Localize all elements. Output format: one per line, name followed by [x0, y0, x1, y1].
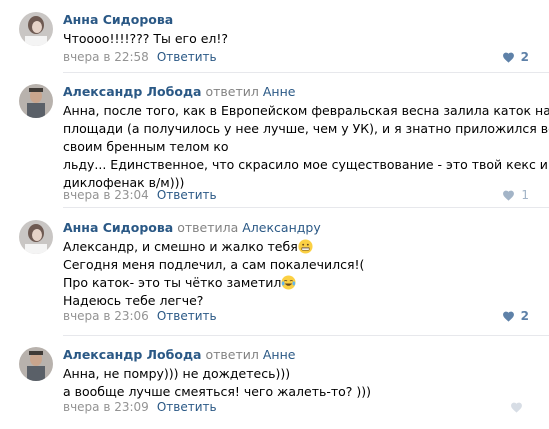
reply-button[interactable]: Ответить — [157, 309, 217, 323]
comment-3: Анна Сидорова ответила Александру Алекса… — [0, 207, 549, 337]
like-button[interactable] — [510, 400, 529, 414]
like-button[interactable]: 1 — [502, 188, 529, 202]
grimacing-face-icon — [298, 239, 313, 254]
comment-line: Надеюсь тебе легче? — [63, 293, 204, 308]
timestamp[interactable]: вчера в 22:58 — [63, 50, 149, 64]
reply-button[interactable]: Ответить — [157, 400, 217, 414]
like-button[interactable]: 2 — [502, 50, 529, 64]
comment-text: Анна, не помру))) не дождетесь))) а вооб… — [63, 365, 537, 401]
comment-text: Чтоооо!!!!??? Ты его ел!? — [63, 30, 537, 48]
comment-line: Анна, не помру))) не дождетесь))) — [63, 366, 291, 381]
avatar[interactable] — [19, 220, 53, 254]
comment-line-with-emoji: Про каток- это ты чётко заметил — [63, 274, 537, 292]
heart-icon — [503, 190, 515, 201]
reply-to: ответил Анне — [205, 84, 295, 99]
timestamp[interactable]: вчера в 23:09 — [63, 400, 149, 414]
comment-2: Александр Лобода ответил Анне Анна, посл… — [0, 72, 549, 202]
like-count: 2 — [520, 309, 529, 323]
comment-header: Анна Сидорова ответила Александру — [63, 220, 321, 235]
timestamp[interactable]: вчера в 23:06 — [63, 309, 149, 323]
like-count: 2 — [520, 50, 529, 64]
reply-target-link[interactable]: Анне — [263, 84, 296, 99]
comment-line: Александр, и смешно и жалко тебя — [63, 239, 298, 254]
reply-to: ответила Александру — [177, 220, 321, 235]
reply-word: ответил — [205, 84, 259, 99]
tears-of-joy-face-icon — [281, 275, 296, 290]
reply-target-link[interactable]: Анне — [263, 347, 296, 362]
like-button[interactable]: 2 — [502, 309, 529, 323]
comment-4: Александр Лобода ответил Анне Анна, не п… — [0, 335, 549, 429]
heart-icon — [511, 402, 522, 413]
comment-text: Александр, и смешно и жалко тебя Сегодня… — [63, 238, 537, 310]
author-name[interactable]: Александр Лобода — [63, 347, 201, 362]
reply-button[interactable]: Ответить — [157, 50, 217, 64]
reply-word: ответил — [205, 347, 259, 362]
comment-1: Анна Сидорова Чтоооо!!!!??? Ты его ел!? … — [0, 0, 549, 70]
comment-line: Анна, после того, как в Европейском февр… — [63, 103, 549, 118]
comment-line: Сегодня меня подлечил, а сам покалечился… — [63, 257, 365, 272]
reply-target-link[interactable]: Александру — [242, 220, 320, 235]
avatar[interactable] — [19, 12, 53, 46]
comment-meta: вчера в 23:09 Ответить — [63, 400, 217, 414]
comment-header: Александр Лобода ответил Анне — [63, 84, 295, 99]
author-name[interactable]: Анна Сидорова — [63, 220, 173, 235]
comment-meta: вчера в 23:04 Ответить — [63, 188, 217, 202]
heart-icon — [502, 52, 514, 63]
comment-line-with-emoji: Александр, и смешно и жалко тебя — [63, 238, 537, 256]
comment-header: Александр Лобода ответил Анне — [63, 347, 295, 362]
comment-line: а вообще лучше смеяться! чего жалеть-то?… — [63, 384, 372, 399]
avatar[interactable] — [19, 347, 53, 381]
comment-meta: вчера в 23:06 Ответить — [63, 309, 217, 323]
like-count: 1 — [521, 188, 529, 202]
comment-line: льду... Единственное, что скрасило мое с… — [63, 157, 548, 172]
comment-meta: вчера в 22:58 Ответить — [63, 50, 217, 64]
author-name[interactable]: Анна Сидорова — [63, 12, 173, 27]
heart-icon — [502, 311, 514, 322]
avatar[interactable] — [19, 84, 53, 118]
comment-text: Анна, после того, как в Европейском февр… — [63, 102, 549, 192]
reply-word: ответила — [177, 220, 239, 235]
comment-line: площади (а получилось у нее лучше, чем у… — [63, 121, 549, 136]
reply-to: ответил Анне — [205, 347, 295, 362]
reply-button[interactable]: Ответить — [157, 188, 217, 202]
comment-line: Про каток- это ты чётко заметил — [63, 275, 282, 290]
timestamp[interactable]: вчера в 23:04 — [63, 188, 149, 202]
comment-line: своим бренным телом ко — [63, 139, 229, 154]
comment-line: Чтоооо!!!!??? Ты его ел!? — [63, 31, 229, 46]
author-name[interactable]: Александр Лобода — [63, 84, 201, 99]
comment-header: Анна Сидорова — [63, 12, 173, 27]
